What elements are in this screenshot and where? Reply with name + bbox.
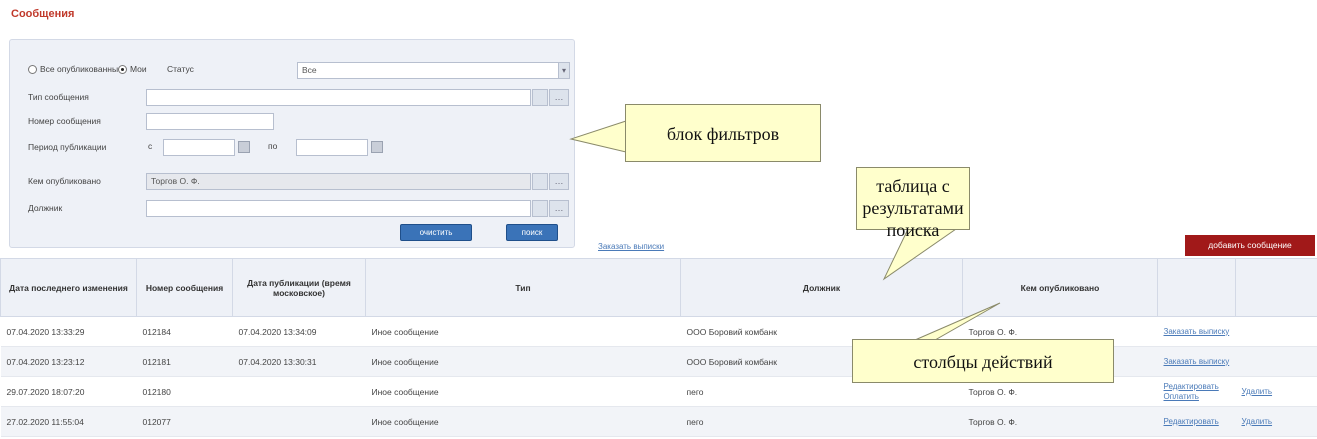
radio-mine-label: Мои: [130, 64, 147, 74]
period-from-field[interactable]: [163, 139, 235, 156]
period-from-label: с: [148, 141, 153, 151]
list-icon[interactable]: [532, 89, 548, 106]
radio-all-label: Все опубликованные: [40, 64, 123, 74]
status-select[interactable]: Все: [297, 62, 565, 79]
cell-published: [232, 406, 366, 437]
radio-mine[interactable]: [118, 65, 127, 74]
col-header-published[interactable]: Дата публикации (время московское): [232, 258, 366, 317]
debtor-field[interactable]: [146, 200, 531, 217]
col-header-publisher[interactable]: Кем опубликовано: [962, 258, 1158, 317]
cell-type: Иное сообщение: [365, 316, 681, 347]
table-row[interactable]: 29.07.2020 18:07:20 012180 Иное сообщени…: [0, 376, 1317, 407]
list-icon[interactable]: [532, 173, 548, 190]
cell-changed: 07.04.2020 13:23:12: [0, 346, 137, 377]
callout-actions: столбцы действий: [852, 339, 1114, 383]
table-row[interactable]: 27.02.2020 11:55:04 012077 Иное сообщени…: [0, 406, 1317, 437]
cell-number: 012180: [136, 376, 233, 407]
callout-filters: блок фильтров: [625, 104, 821, 162]
cell-debtor: пего: [680, 406, 963, 437]
col-header-changed[interactable]: Дата последнего изменения: [0, 258, 137, 317]
cell-type: Иное сообщение: [365, 406, 681, 437]
cell-action-1: Заказать выписку: [1157, 316, 1236, 347]
type-field[interactable]: [146, 89, 531, 106]
radio-all-published[interactable]: [28, 65, 37, 74]
add-message-button[interactable]: добавить сообщение: [1185, 235, 1315, 256]
number-field[interactable]: [146, 113, 274, 130]
cell-number: 012077: [136, 406, 233, 437]
publisher-field[interactable]: Торгов О. Ф.: [146, 173, 531, 190]
filter-row-number: Номер сообщения: [10, 112, 576, 132]
filter-row-publisher: Кем опубликовано Торгов О. Ф. …: [10, 172, 576, 192]
cell-number: 012184: [136, 316, 233, 347]
page-title: Сообщения: [11, 8, 75, 20]
list-icon[interactable]: [532, 200, 548, 217]
cell-changed: 27.02.2020 11:55:04: [0, 406, 137, 437]
type-label: Тип сообщения: [28, 92, 89, 102]
number-label: Номер сообщения: [28, 116, 101, 126]
edit-link[interactable]: Редактировать: [1164, 417, 1230, 427]
calendar-icon[interactable]: [371, 141, 383, 153]
table-row[interactable]: 07.04.2020 13:23:12 012181 07.04.2020 13…: [0, 346, 1317, 377]
results-table: Дата последнего изменения Номер сообщени…: [0, 258, 1317, 437]
cell-published: 07.04.2020 13:30:31: [232, 346, 366, 377]
cell-published: [232, 376, 366, 407]
col-header-type[interactable]: Тип: [365, 258, 681, 317]
filter-row-debtor: Должник …: [10, 199, 576, 219]
edit-pay-link[interactable]: Редактировать Оплатить: [1164, 382, 1230, 402]
clear-button[interactable]: очистить: [400, 224, 472, 241]
publisher-label: Кем опубликовано: [28, 176, 101, 186]
cell-action-2: [1235, 346, 1317, 377]
cell-changed: 29.07.2020 18:07:20: [0, 376, 137, 407]
cell-published: 07.04.2020 13:34:09: [232, 316, 366, 347]
picker-button[interactable]: …: [549, 173, 569, 190]
filter-panel: Все опубликованные Мои Статус Все ▾ Тип …: [9, 39, 575, 248]
calendar-icon[interactable]: [238, 141, 250, 153]
filter-row-type: Тип сообщения …: [10, 88, 576, 108]
chevron-down-icon[interactable]: ▾: [558, 62, 570, 79]
delete-link[interactable]: Удалить: [1242, 417, 1312, 427]
order-statement-link[interactable]: Заказать выписку: [1164, 327, 1230, 337]
cell-action-2: [1235, 316, 1317, 347]
debtor-label: Должник: [28, 203, 63, 213]
cell-action-1: Редактировать: [1157, 406, 1236, 437]
cell-action-2: Удалить: [1235, 376, 1317, 407]
cell-type: Иное сообщение: [365, 376, 681, 407]
cell-changed: 07.04.2020 13:33:29: [0, 316, 137, 347]
search-button[interactable]: поиск: [506, 224, 558, 241]
delete-link[interactable]: Удалить: [1242, 387, 1312, 397]
table-header-row: Дата последнего изменения Номер сообщени…: [0, 258, 1317, 317]
period-to-field[interactable]: [296, 139, 368, 156]
cell-type: Иное сообщение: [365, 346, 681, 377]
filter-row-period: Период публикации с по: [10, 138, 576, 158]
status-label: Статус: [167, 64, 194, 74]
callout-results: таблица с результатами поиска: [856, 167, 970, 240]
picker-button[interactable]: …: [549, 89, 569, 106]
period-label: Период публикации: [28, 142, 107, 152]
order-statements-link[interactable]: Заказать выписки: [598, 242, 664, 251]
col-header-debtor[interactable]: Должник: [680, 258, 963, 317]
cell-action-1: Редактировать Оплатить: [1157, 376, 1236, 407]
filter-row-scope: Все опубликованные Мои Статус Все ▾: [10, 61, 576, 81]
table-row[interactable]: 07.04.2020 13:33:29 012184 07.04.2020 13…: [0, 316, 1317, 347]
period-to-label: по: [268, 141, 278, 151]
col-header-action-2: [1235, 258, 1317, 317]
order-statement-link[interactable]: Заказать выписку: [1164, 357, 1230, 367]
cell-action-1: Заказать выписку: [1157, 346, 1236, 377]
cell-publisher: Торгов О. Ф.: [962, 406, 1158, 437]
callout-tail-filters: [569, 120, 627, 153]
col-header-action-1: [1157, 258, 1236, 317]
cell-number: 012181: [136, 346, 233, 377]
cell-action-2: Удалить: [1235, 406, 1317, 437]
picker-button[interactable]: …: [549, 200, 569, 217]
col-header-number[interactable]: Номер сообщения: [136, 258, 233, 317]
